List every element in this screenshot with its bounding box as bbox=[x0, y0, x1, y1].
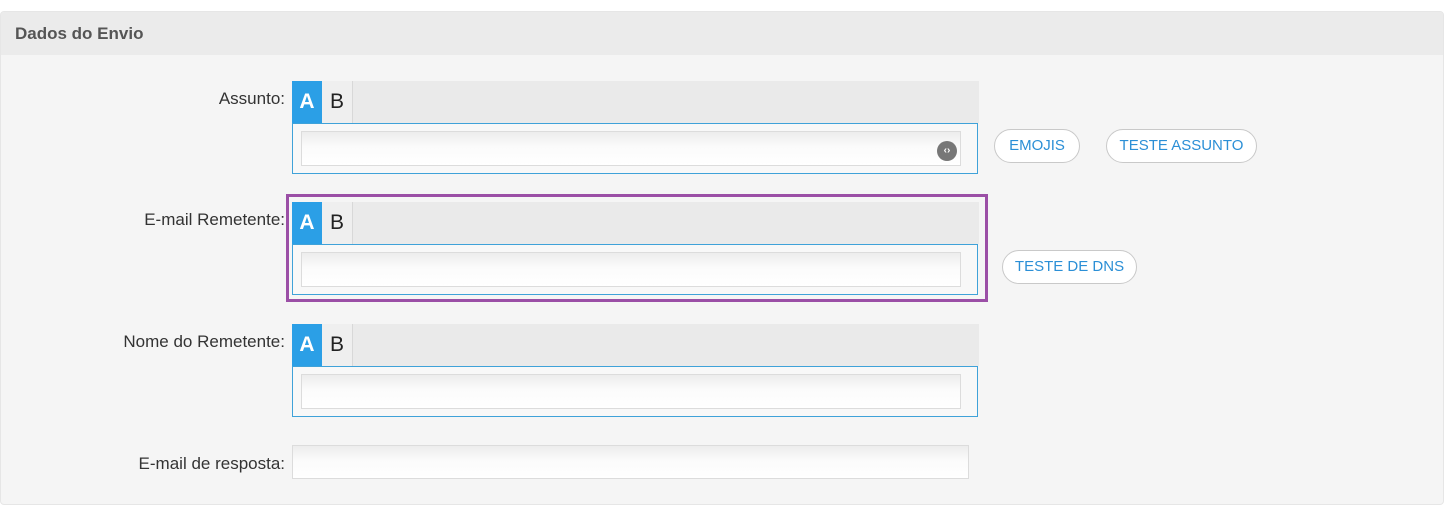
sender-name-ab-tabs: A B bbox=[292, 324, 979, 378]
sender-email-tab-b[interactable]: B bbox=[322, 202, 353, 244]
test-dns-button[interactable]: TESTE DE DNS bbox=[1002, 250, 1137, 284]
reply-email-label: E-mail de resposta: bbox=[138, 454, 285, 473]
sender-name-label: Nome do Remetente: bbox=[123, 332, 285, 351]
emojis-button[interactable]: EMOJIS bbox=[994, 129, 1080, 163]
sender-name-tab-a[interactable]: A bbox=[292, 324, 322, 366]
subject-ab-tabs: A B bbox=[292, 81, 979, 135]
sender-email-input[interactable] bbox=[301, 252, 961, 287]
sender-name-input[interactable] bbox=[301, 374, 961, 409]
subject-tab-a[interactable]: A bbox=[292, 81, 322, 123]
sender-email-tab-a[interactable]: A bbox=[292, 202, 322, 244]
test-subject-button[interactable]: TESTE ASSUNTO bbox=[1106, 129, 1257, 163]
sender-email-label: E-mail Remetente: bbox=[144, 210, 285, 229]
reply-email-input[interactable] bbox=[292, 445, 969, 479]
subject-tab-b[interactable]: B bbox=[322, 81, 353, 123]
subject-input[interactable] bbox=[301, 131, 961, 166]
subject-label: Assunto: bbox=[218, 89, 285, 108]
subject-input-box: ‹› bbox=[292, 123, 978, 174]
code-icon[interactable]: ‹› bbox=[937, 141, 957, 161]
sender-email-ab-tabs: A B bbox=[292, 202, 979, 256]
sender-name-input-box bbox=[292, 366, 978, 417]
section-title: Dados do Envio bbox=[1, 12, 1443, 55]
sender-name-tab-b[interactable]: B bbox=[322, 324, 353, 366]
sender-email-input-box bbox=[292, 244, 978, 295]
